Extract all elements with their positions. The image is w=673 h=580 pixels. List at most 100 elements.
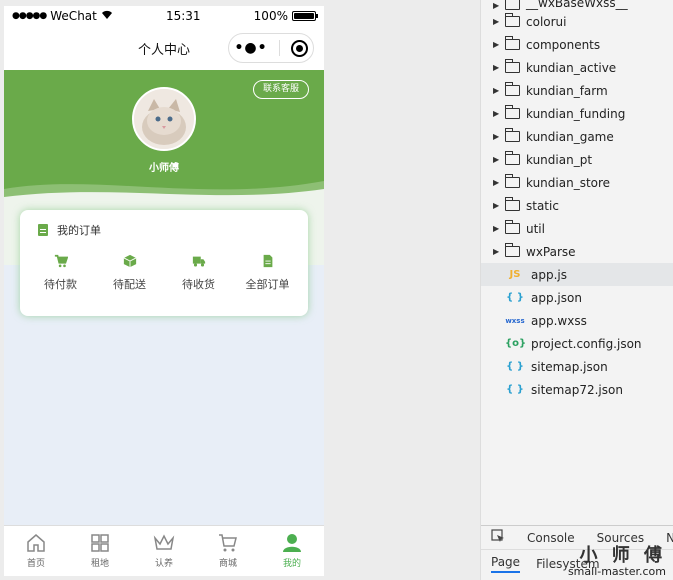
carrier-label: WeChat	[50, 9, 97, 23]
navigation-bar: 个人中心 •●•	[4, 26, 324, 70]
profile-header: 联系客服 小师傅	[4, 70, 324, 205]
watermark-url: small-master.com	[567, 564, 666, 578]
document-icon	[38, 224, 48, 236]
tree-folder[interactable]: ▶ util	[481, 217, 673, 240]
tab-console[interactable]: Console	[527, 531, 575, 545]
orders-header[interactable]: 我的订单	[20, 210, 308, 238]
order-status-label: 全部订单	[245, 278, 290, 291]
tab-label: 租地	[90, 559, 109, 569]
folder-icon	[505, 13, 520, 27]
folder-icon	[505, 243, 520, 257]
tab-adopt[interactable]: 认养	[132, 526, 196, 576]
json-file-icon: { }	[506, 361, 524, 372]
tree-file[interactable]: { } app.json	[481, 286, 673, 309]
file-name: sitemap.json	[531, 359, 608, 374]
tab-label: 商城	[218, 559, 237, 569]
crown-icon	[153, 534, 175, 550]
tree-folder[interactable]: ▶ kundian_active	[481, 56, 673, 79]
folder-name: util	[526, 221, 545, 236]
tree-file[interactable]: { } sitemap72.json	[481, 378, 673, 401]
tab-network-partial[interactable]: N	[666, 531, 673, 545]
capsule-menu: •●•	[228, 33, 314, 63]
order-all[interactable]: 全部订单	[236, 254, 300, 292]
folder-icon	[505, 59, 520, 73]
json-file-icon: { }	[506, 384, 524, 395]
header-wave	[4, 181, 324, 205]
contact-service-button[interactable]: 联系客服	[252, 80, 309, 99]
tab-label: 我的	[282, 559, 301, 569]
orders-title: 我的订单	[57, 224, 101, 237]
folder-name: kundian_pt	[526, 152, 593, 167]
folder-icon	[505, 197, 520, 211]
truck-icon	[192, 256, 205, 267]
folder-icon	[505, 82, 520, 96]
page-title: 个人中心	[137, 42, 190, 58]
status-bar: ●●●●● WeChat 15:31 100%	[4, 6, 324, 26]
folder-name: __wxBaseWxss__	[526, 0, 628, 10]
close-miniprogram-icon[interactable]	[290, 39, 308, 57]
folder-icon	[505, 220, 520, 234]
page-content: 联系客服 小师傅 我的订单 待付款 待配送 待收货 全部订单	[4, 70, 324, 525]
folder-icon	[505, 0, 520, 10]
tab-sources[interactable]: Sources	[597, 531, 644, 545]
folder-icon	[505, 36, 520, 50]
signal-icon: ●●●●●	[12, 11, 47, 21]
user-icon	[283, 534, 301, 552]
tree-file[interactable]: wxss app.wxss	[481, 309, 673, 332]
folder-icon	[505, 128, 520, 142]
tree-folder[interactable]: ▶ wxParse	[481, 240, 673, 263]
watermark: 小 师 傅 small-master.com	[568, 546, 666, 578]
tree-folder[interactable]: ▶ kundian_farm	[481, 79, 673, 102]
inspect-icon[interactable]	[491, 529, 505, 546]
order-status-list: 待付款 待配送 待收货 全部订单	[20, 254, 308, 292]
json-file-icon: { }	[506, 292, 524, 303]
folder-name: wxParse	[526, 244, 576, 259]
folder-name: kundian_farm	[526, 83, 608, 98]
file-name: app.js	[531, 267, 567, 282]
js-file-icon: JS	[509, 269, 521, 280]
folder-name: kundian_store	[526, 175, 611, 190]
order-pending-delivery[interactable]: 待配送	[98, 254, 162, 292]
avatar[interactable]	[132, 87, 196, 151]
cart-icon	[219, 534, 237, 552]
tab-rent-land[interactable]: 租地	[68, 526, 132, 576]
tab-mine[interactable]: 我的	[260, 526, 324, 576]
tree-folder[interactable]: ▶ kundian_store	[481, 171, 673, 194]
battery-icon	[291, 11, 318, 21]
more-icon[interactable]: •●•	[234, 40, 267, 56]
watermark-title: 小 师 傅	[579, 545, 666, 567]
status-time: 15:31	[165, 9, 201, 23]
tree-folder[interactable]: ▶ components	[481, 33, 673, 56]
file-name: app.wxss	[531, 313, 587, 328]
order-status-label: 待收货	[182, 278, 215, 291]
tree-folder[interactable]: ▶ kundian_funding	[481, 102, 673, 125]
tab-label: 认养	[154, 559, 173, 569]
tree-folder-partial[interactable]: ▶ __wxBaseWxss__	[481, 0, 673, 10]
tree-folder[interactable]: ▶ kundian_pt	[481, 148, 673, 171]
screen: ●●●●● WeChat 15:31 100% 个人中心 •●• 联系客服 小师…	[0, 0, 673, 580]
tree-file[interactable]: { } sitemap.json	[481, 355, 673, 378]
tree-folder[interactable]: ▶ kundian_game	[481, 125, 673, 148]
wifi-icon	[101, 10, 113, 23]
folder-name: colorui	[526, 14, 567, 29]
tree-file[interactable]: {o} project.config.json	[481, 332, 673, 355]
order-pending-receipt[interactable]: 待收货	[167, 254, 231, 292]
config-file-icon: {o}	[505, 338, 527, 349]
tab-home[interactable]: 首页	[4, 526, 68, 576]
tree-file-selected[interactable]: JS app.js	[481, 263, 673, 286]
cart-icon	[54, 254, 68, 268]
tab-mall[interactable]: 商城	[196, 526, 260, 576]
tab-label: 首页	[26, 559, 45, 569]
document-icon	[263, 254, 272, 268]
folder-name: kundian_game	[526, 129, 614, 144]
tree-folder[interactable]: ▶ colorui	[481, 10, 673, 33]
folder-name: components	[526, 37, 601, 52]
order-status-label: 待配送	[113, 278, 146, 291]
order-status-label: 待付款	[44, 278, 77, 291]
file-name: app.json	[531, 290, 582, 305]
devtools-tabs: Console Sources N Page Filesystem 小 师 傅 …	[481, 525, 673, 580]
tree-folder[interactable]: ▶ static	[481, 194, 673, 217]
phone-simulator: ●●●●● WeChat 15:31 100% 个人中心 •●• 联系客服 小师…	[4, 6, 324, 576]
tab-page[interactable]: Page	[491, 555, 521, 573]
order-pending-payment[interactable]: 待付款	[29, 254, 93, 292]
